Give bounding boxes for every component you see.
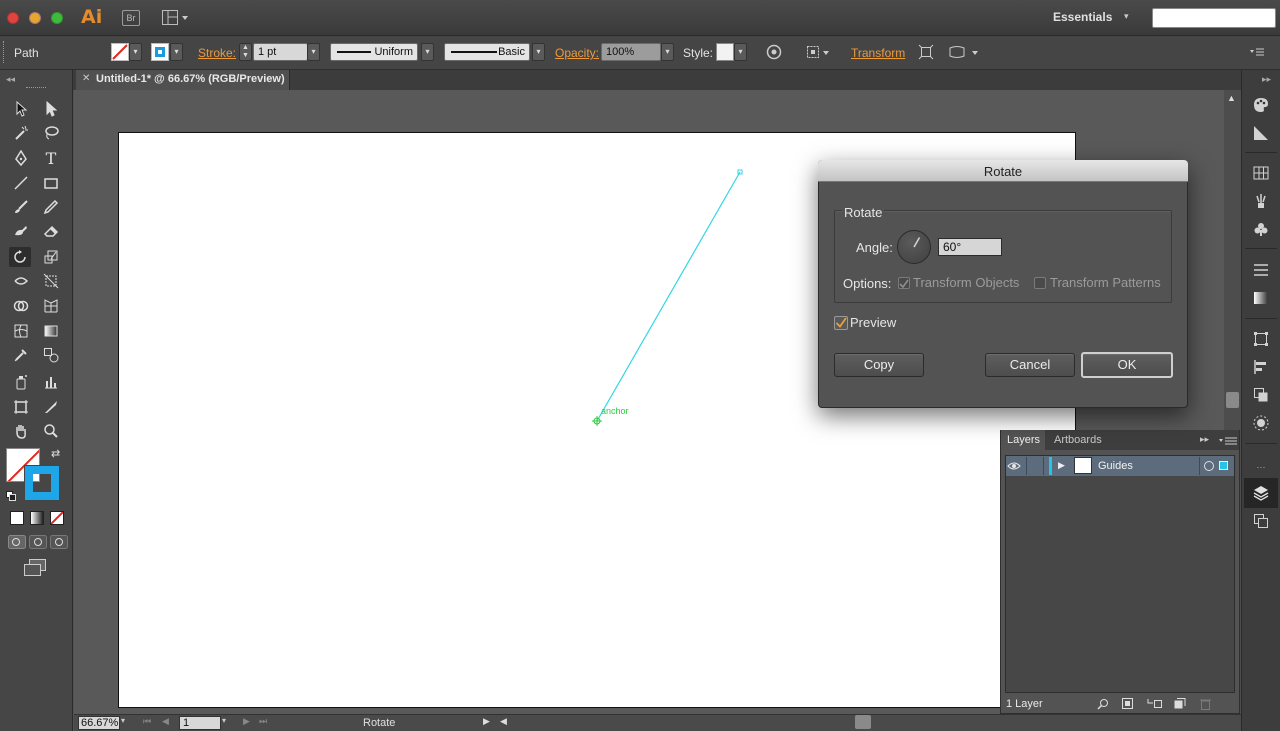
align-left-icon [1254, 360, 1266, 374]
clipping-mask-icon [1122, 698, 1133, 709]
transform-patterns-label: Transform Patterns [1050, 275, 1161, 290]
pathfinder-panel-button[interactable] [1252, 386, 1270, 404]
artboards-icon [1254, 514, 1268, 528]
gradient-square-icon [1254, 292, 1268, 304]
rotate-dialog-title: Rotate [983, 164, 1023, 179]
layer-selected-square-icon[interactable] [1219, 461, 1228, 470]
layer-target-circle-icon[interactable] [1204, 461, 1214, 471]
transform-bounds-icon [1254, 332, 1268, 346]
layers-dock-icon-wrap [1252, 484, 1270, 502]
panel-menu-icon [1219, 437, 1237, 445]
expand-dock-icon[interactable]: ▸▸ [1262, 74, 1271, 85]
angle-dial[interactable] [897, 230, 931, 264]
layers-panel-menu-button[interactable] [1219, 435, 1237, 445]
options-label: Options: [843, 276, 892, 291]
dock-separator [1245, 248, 1277, 249]
zoom-dropdown-arrow[interactable]: ▾ [121, 716, 125, 725]
align-panel-button[interactable] [1252, 358, 1270, 376]
scroll-up-arrow-icon[interactable]: ▲ [1227, 93, 1236, 103]
color-guide-icon [1254, 126, 1268, 140]
layer-name[interactable]: Guides [1098, 460, 1133, 472]
previous-artboard-button[interactable]: ◀ [162, 716, 169, 727]
appearance-sun-icon [1253, 415, 1269, 431]
last-artboard-button[interactable]: ⏭ [259, 716, 267, 727]
zoom-level-input[interactable]: 66.67% [78, 716, 120, 730]
color-guide-panel-button[interactable] [1252, 124, 1270, 142]
status-tool-label[interactable]: Rotate [363, 717, 395, 729]
appearance-panel-button[interactable] [1252, 414, 1270, 432]
make-clipping-mask-button[interactable] [1122, 698, 1135, 710]
create-new-layer-button[interactable] [1173, 698, 1186, 710]
transform-objects-label: Transform Objects [913, 275, 1020, 290]
layers-list [1005, 455, 1235, 693]
collapse-panel-icon[interactable]: ▸▸ [1200, 434, 1209, 445]
palette-icon [1254, 98, 1268, 112]
trash-icon [1200, 699, 1211, 710]
selected-path-line[interactable] [596, 171, 741, 422]
layer-color-indicator [1049, 457, 1052, 475]
scroll-left-arrow-icon[interactable]: ◀ [500, 716, 507, 727]
expand-layer-triangle-icon[interactable]: ▶ [1058, 460, 1065, 471]
rotate-group-label: Rotate [842, 205, 885, 220]
create-sublayer-button[interactable] [1147, 698, 1163, 710]
layer-lock-toggle[interactable] [1026, 457, 1044, 475]
status-menu-arrow-icon[interactable]: ▶ [483, 716, 490, 727]
transform-objects-checkbox[interactable] [898, 277, 910, 289]
transform-panel-button[interactable] [1252, 330, 1270, 348]
layer-thumbnail [1074, 457, 1092, 474]
angle-input[interactable]: 60° [938, 238, 1002, 256]
anchor-smart-guide-label: anchor [601, 406, 629, 416]
dock-separator [1245, 443, 1277, 444]
club-symbol-icon [1254, 223, 1268, 236]
eye-icon [1007, 462, 1021, 470]
preview-checkbox[interactable] [834, 316, 848, 330]
tab-layers-label: Layers [1007, 434, 1041, 446]
locate-object-button[interactable] [1097, 698, 1110, 710]
vertical-scroll-thumb[interactable] [1226, 392, 1239, 408]
color-panel-button[interactable] [1252, 96, 1270, 114]
layers-stack-icon [1253, 486, 1269, 501]
cancel-button[interactable]: Cancel [985, 353, 1075, 377]
pathfinder-icon [1254, 388, 1268, 402]
horizontal-scroll-thumb[interactable] [855, 715, 871, 729]
tab-artboards[interactable]: Artboards [1054, 434, 1102, 446]
artboard-number-input[interactable]: 1 [179, 716, 221, 730]
angle-label: Angle: [856, 240, 893, 255]
layer-count: 1 Layer [1006, 698, 1043, 710]
new-layer-icon [1174, 698, 1186, 709]
checkmark-icon [899, 279, 909, 289]
checkmark-icon [835, 317, 847, 328]
preview-label: Preview [850, 315, 897, 330]
stroke-panel-button[interactable] [1252, 261, 1270, 279]
brushes-icon [1256, 194, 1266, 208]
transform-patterns-checkbox[interactable] [1034, 277, 1046, 289]
new-sublayer-icon [1147, 699, 1162, 708]
layers-group-grip[interactable]: ⋯ [1250, 458, 1272, 476]
ok-button[interactable]: OK [1081, 352, 1173, 378]
layer-visibility-toggle[interactable] [1007, 459, 1021, 473]
brushes-panel-button[interactable] [1252, 192, 1270, 210]
artboards-panel-button[interactable] [1252, 512, 1270, 530]
grip-dots-icon: ⋯ [1256, 461, 1266, 472]
delete-layer-button[interactable] [1199, 698, 1212, 710]
swatches-grid-icon [1253, 166, 1269, 180]
angle-dial-pointer-icon [913, 237, 921, 248]
layer-row-divider [1199, 457, 1200, 475]
stroke-lines-icon [1254, 264, 1268, 276]
dock-separator [1245, 152, 1277, 153]
next-artboard-button[interactable]: ▶ [243, 716, 250, 727]
swatches-panel-button[interactable] [1252, 164, 1270, 182]
artboard-dropdown-arrow[interactable]: ▾ [222, 716, 226, 725]
first-artboard-button[interactable]: ⏮ [143, 716, 151, 727]
gradient-panel-button[interactable] [1252, 289, 1270, 307]
dock-separator [1245, 318, 1277, 319]
magnifier-icon [1097, 699, 1108, 710]
symbols-panel-button[interactable] [1252, 220, 1270, 238]
copy-button[interactable]: Copy [834, 353, 924, 377]
